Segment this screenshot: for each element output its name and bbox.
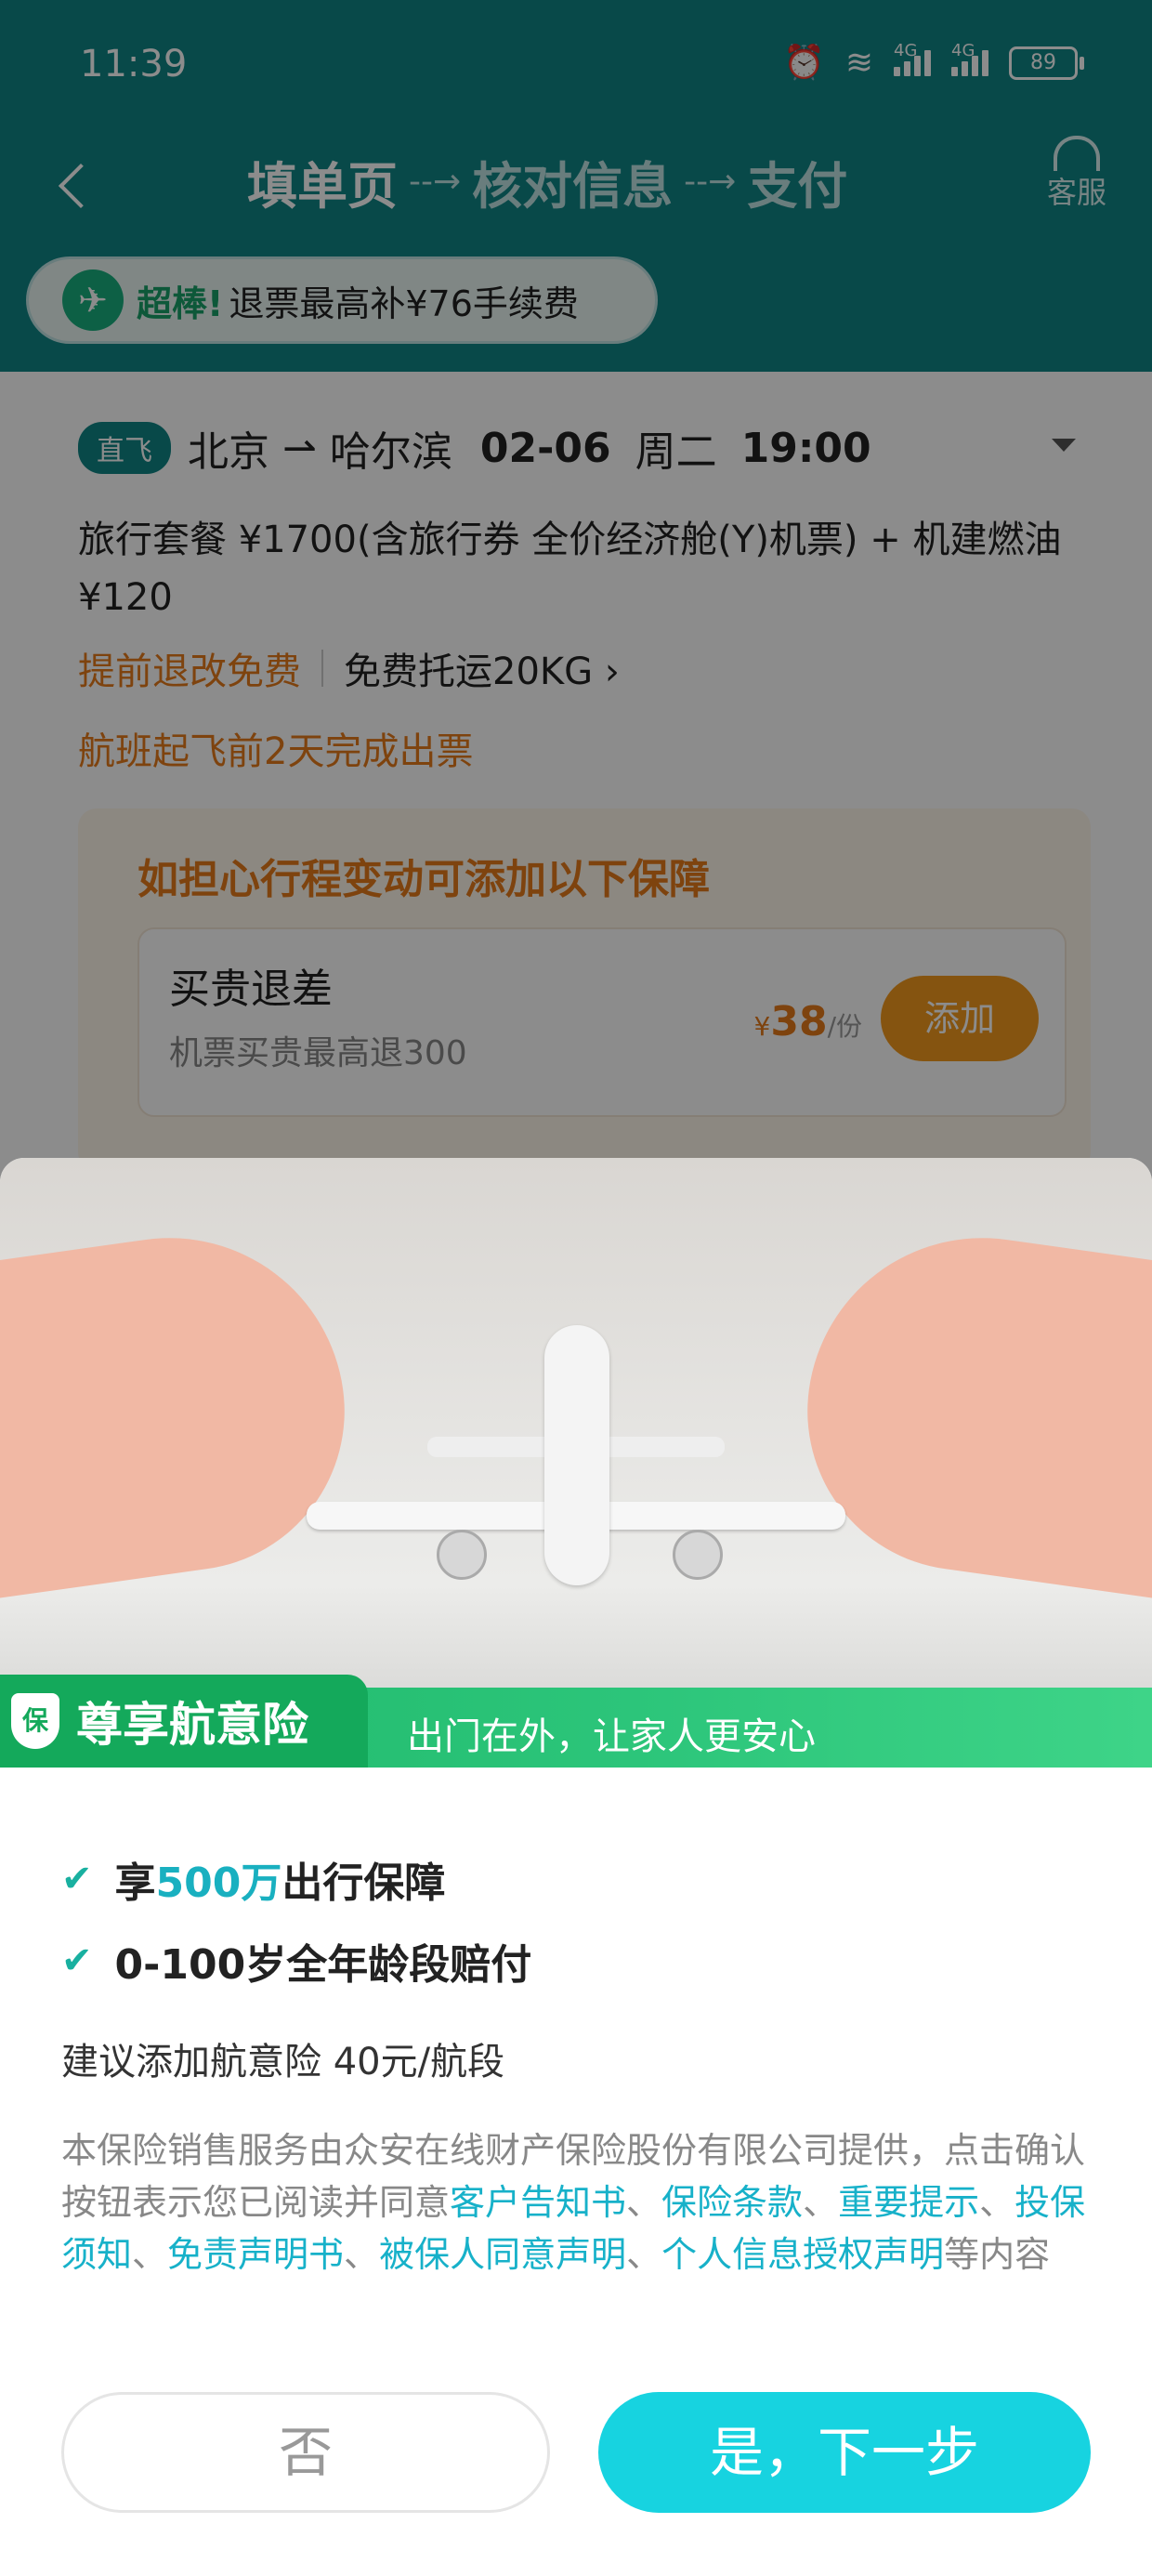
insurance-suggestion: 建议添加航意险 40元/航段 bbox=[61, 2041, 505, 2083]
hand-illustration bbox=[0, 1215, 365, 1603]
benefit-item: ✔ 享 500万 出行保障 bbox=[61, 1858, 446, 1907]
confirm-next-button[interactable]: 是，下一步 bbox=[598, 2392, 1091, 2513]
insurance-badge: 保 尊享航意险 bbox=[0, 1675, 368, 1768]
legal-notice: 本保险销售服务由众安在线财产保险股份有限公司提供，点击确认按钮表示您已阅读并同意… bbox=[61, 2130, 1086, 2275]
check-icon: ✔ bbox=[61, 1858, 93, 1900]
plane-illustration bbox=[544, 1325, 609, 1585]
decline-button[interactable]: 否 bbox=[61, 2392, 550, 2513]
benefit-item: ✔ 0-100岁全年龄段赔付 bbox=[61, 1939, 532, 1989]
link-important-tips[interactable]: 重要提示 bbox=[838, 2182, 979, 2223]
link-customer-notice[interactable]: 客户告知书 bbox=[450, 2182, 626, 2223]
shield-icon: 保 bbox=[11, 1693, 59, 1749]
link-privacy-authorization[interactable]: 个人信息授权声明 bbox=[661, 2234, 944, 2275]
link-disclaimer[interactable]: 免责声明书 bbox=[167, 2234, 344, 2275]
insurance-sheet: 保 尊享航意险 出门在外，让家人更安心 ✔ 享 500万 出行保障 ✔ 0-100岁… bbox=[0, 1158, 1152, 2576]
link-insured-consent[interactable]: 被保人同意声明 bbox=[379, 2234, 626, 2275]
insurance-banner-image: 保 尊享航意险 出门在外，让家人更安心 bbox=[0, 1158, 1152, 1768]
hand-illustration bbox=[787, 1215, 1152, 1603]
insurance-title: 尊享航意险 bbox=[76, 1698, 308, 1752]
engine-illustration bbox=[437, 1530, 487, 1580]
link-insurance-terms[interactable]: 保险条款 bbox=[661, 2182, 803, 2223]
check-icon: ✔ bbox=[61, 1939, 93, 1982]
engine-illustration bbox=[673, 1530, 723, 1580]
insurance-slogan: 出门在外，让家人更安心 bbox=[407, 1715, 816, 1758]
